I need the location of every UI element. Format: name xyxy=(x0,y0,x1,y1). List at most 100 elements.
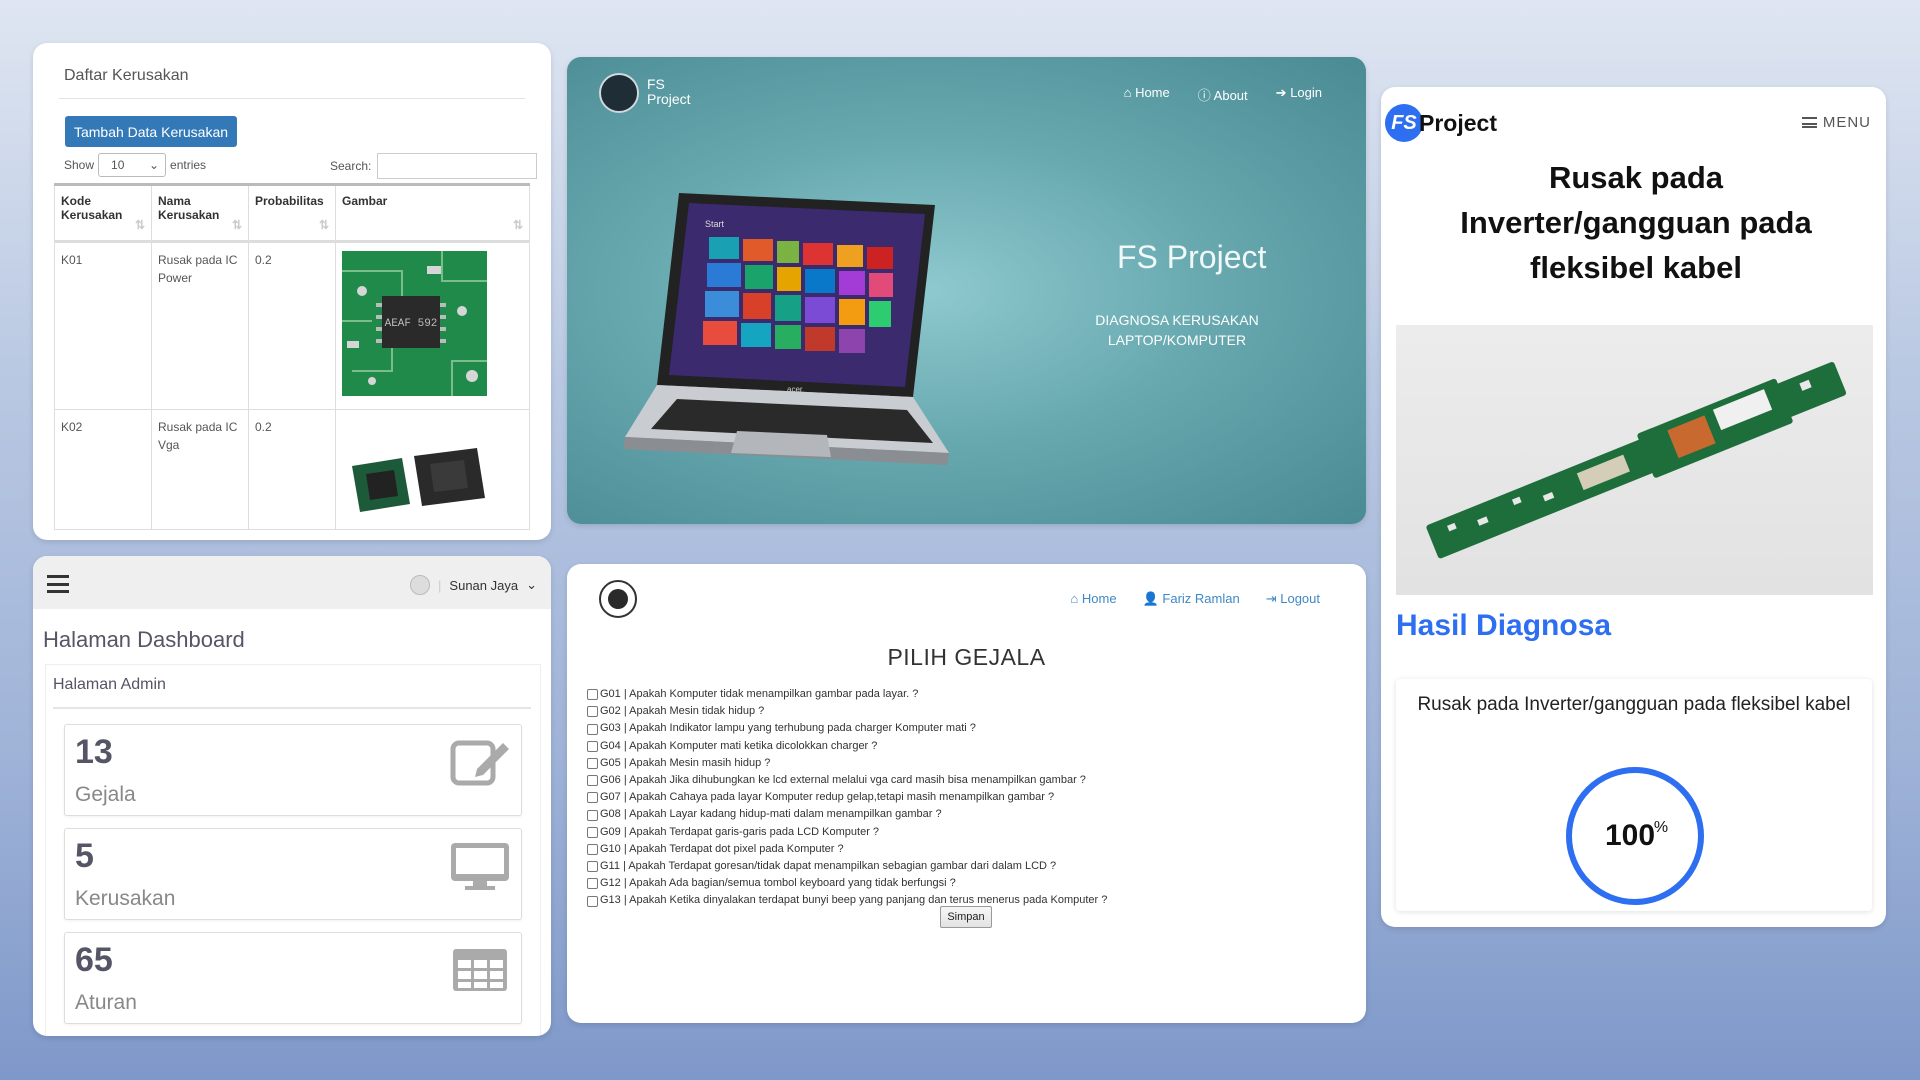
sort-icon: ⇅ xyxy=(134,218,145,232)
symptom-item[interactable]: G03 | Apakah Indikator lampu yang terhub… xyxy=(587,720,1107,737)
separator: | xyxy=(438,577,442,593)
symptom-checkbox[interactable] xyxy=(587,775,598,787)
divider xyxy=(53,707,531,709)
symptom-item[interactable]: G02 | Apakah Mesin tidak hidup ? xyxy=(587,703,1107,720)
symptom-item[interactable]: G06 | Apakah Jika dihubungkan ke lcd ext… xyxy=(587,772,1107,789)
symptom-label: G08 | Apakah Layar kadang hidup-mati dal… xyxy=(600,808,942,821)
chevron-down-icon: ⌄ xyxy=(148,158,160,172)
home-icon: ⌂ xyxy=(1070,591,1079,606)
entries-select-value: 10 xyxy=(111,158,125,172)
stat-card-gejala[interactable]: 13 Gejala xyxy=(64,724,522,816)
search-input[interactable] xyxy=(377,153,538,179)
result-box: Rusak pada Inverter/gangguan pada fleksi… xyxy=(1396,679,1872,911)
hero-subtitle: DIAGNOSA KERUSAKAN LAPTOP/KOMPUTER xyxy=(1087,310,1267,350)
column-header-nama[interactable]: Nama Kerusakan ⇅ xyxy=(151,184,249,243)
symptom-checkbox[interactable] xyxy=(587,723,598,735)
damage-table: Kode Kerusakan ⇅ Nama Kerusakan ⇅ Probabil… xyxy=(54,183,530,530)
stat-card-aturan[interactable]: 65 Aturan xyxy=(64,932,522,1024)
symptom-form: ⌂ Home 👤 Fariz Ramlan ⇥ Logout PILIH GEJ… xyxy=(567,564,1366,1023)
login-icon: ➔ xyxy=(1275,85,1287,100)
symptom-label: G12 | Apakah Ada bagian/semua tombol key… xyxy=(600,877,956,890)
percent-sign: % xyxy=(1654,819,1668,836)
symptom-label: G10 | Apakah Terdapat dot pixel pada Kom… xyxy=(600,842,844,855)
stat-value: 65 xyxy=(75,941,113,979)
symptom-list: G01 | Apakah Komputer tidak menampilkan … xyxy=(587,686,1107,910)
nav-home[interactable]: ⌂ Home xyxy=(1124,85,1170,104)
page-length-control: Show 10 ⌄ entries xyxy=(64,153,206,177)
logo-word: Project xyxy=(1419,109,1497,136)
fs-project-logo[interactable]: FS Project xyxy=(1385,104,1497,142)
percent-value: 100 xyxy=(1605,819,1655,852)
nav-about[interactable]: ⓘ About xyxy=(1198,85,1248,104)
symptom-label: G03 | Apakah Indikator lampu yang terhub… xyxy=(600,722,976,735)
add-damage-button[interactable]: Tambah Data Kerusakan xyxy=(65,116,237,147)
avatar xyxy=(410,575,431,595)
result-text: Rusak pada Inverter/gangguan pada fleksi… xyxy=(1417,694,1851,715)
save-button[interactable]: Simpan xyxy=(940,906,992,928)
column-header-kode[interactable]: Kode Kerusakan ⇅ xyxy=(54,184,152,243)
cell-prob: 0.2 xyxy=(248,241,336,410)
stat-value: 5 xyxy=(75,837,94,875)
entries-select[interactable]: 10 ⌄ xyxy=(98,153,167,177)
symptom-item[interactable]: G04 | Apakah Komputer mati ketika dicolo… xyxy=(587,738,1107,755)
symptom-label: G13 | Apakah Ketika dinyalakan terdapat … xyxy=(600,894,1108,907)
menu-button[interactable]: MENU xyxy=(1801,114,1871,131)
stat-card-kerusakan[interactable]: 5 Kerusakan xyxy=(64,828,522,920)
symptom-item[interactable]: G07 | Apakah Cahaya pada layar Komputer … xyxy=(587,789,1107,806)
column-header-probabilitas[interactable]: Probabilitas ⇅ xyxy=(248,184,336,243)
symptom-label: G11 | Apakah Terdapat goresan/tidak dapa… xyxy=(600,860,1057,873)
info-icon: ⓘ xyxy=(1197,88,1211,103)
symptom-item[interactable]: G05 | Apakah Mesin masih hidup ? xyxy=(587,755,1107,772)
symptom-label: G05 | Apakah Mesin masih hidup ? xyxy=(600,756,771,769)
symptom-label: G01 | Apakah Komputer tidak menampilkan … xyxy=(600,688,919,700)
nav-login[interactable]: ➔ Login xyxy=(1276,85,1322,104)
cell-kode: K01 xyxy=(54,241,152,410)
page-title: PILIH GEJALA xyxy=(887,644,1046,670)
screen-start-label: Start xyxy=(705,219,725,229)
symptom-item[interactable]: G10 | Apakah Terdapat dot pixel pada Kom… xyxy=(587,841,1107,858)
symptom-label: G06 | Apakah Jika dihubungkan ke lcd ext… xyxy=(600,774,1086,787)
symptom-checkbox[interactable] xyxy=(587,843,598,855)
divider xyxy=(59,98,525,99)
brand[interactable]: FS Project xyxy=(647,77,691,107)
nav-logout[interactable]: ⇥ Logout xyxy=(1266,591,1320,607)
stat-label: Kerusakan xyxy=(75,887,176,910)
nav-user[interactable]: 👤 Fariz Ramlan xyxy=(1143,591,1240,607)
symptom-checkbox[interactable] xyxy=(587,809,598,821)
chip-marking: AEAF 592 xyxy=(385,318,438,330)
stat-value: 13 xyxy=(75,733,113,771)
symptom-item[interactable]: G12 | Apakah Ada bagian/semua tombol key… xyxy=(587,875,1107,892)
diagnosis-result-panel: FS Project MENU Rusak pada Inverter/gang… xyxy=(1381,87,1886,927)
hamburger-icon xyxy=(1801,117,1817,128)
symptom-item[interactable]: G09 | Apakah Terdapat garis-garis pada L… xyxy=(587,824,1107,841)
show-label: Show xyxy=(64,158,95,172)
laptop-image: Start acer xyxy=(623,193,949,465)
symptom-checkbox[interactable] xyxy=(587,689,598,701)
symptom-checkbox[interactable] xyxy=(587,706,598,718)
symptom-item[interactable]: G11 | Apakah Terdapat goresan/tidak dapa… xyxy=(587,858,1107,875)
symptom-item[interactable]: G13 | Apakah Ketika dinyalakan terdapat … xyxy=(587,892,1107,909)
symptom-item[interactable]: G08 | Apakah Layar kadang hidup-mati dal… xyxy=(587,806,1107,823)
symptom-checkbox[interactable] xyxy=(587,826,598,838)
symptom-checkbox[interactable] xyxy=(587,861,598,873)
result-title: Rusak pada Inverter/gangguan pada fleksi… xyxy=(1460,160,1812,285)
cell-nama: Rusak pada IC Power xyxy=(151,241,249,410)
symptom-checkbox[interactable] xyxy=(587,895,598,907)
inverter-image xyxy=(1396,325,1873,595)
hero-subtitle-line1: DIAGNOSA KERUSAKAN xyxy=(1095,312,1259,328)
hamburger-icon[interactable] xyxy=(47,575,69,593)
laptop-brand-label: acer xyxy=(787,385,803,394)
entries-label: entries xyxy=(170,158,207,172)
user-icon: 👤 xyxy=(1142,591,1159,606)
column-header-gambar[interactable]: Gambar ⇅ xyxy=(335,184,530,243)
top-bar: | Sunan Jaya ⌄ xyxy=(33,556,551,609)
nav-home[interactable]: ⌂ Home xyxy=(1070,591,1116,607)
admin-dashboard: | Sunan Jaya ⌄ Halaman Dashboard Halaman… xyxy=(33,556,551,1036)
symptom-checkbox[interactable] xyxy=(587,757,598,769)
panel-title: Daftar Kerusakan xyxy=(64,67,189,84)
symptom-item[interactable]: G01 | Apakah Komputer tidak menampilkan … xyxy=(587,686,1107,703)
symptom-checkbox[interactable] xyxy=(587,740,598,752)
symptom-checkbox[interactable] xyxy=(587,878,598,890)
user-menu[interactable]: | Sunan Jaya ⌄ xyxy=(410,575,537,595)
symptom-checkbox[interactable] xyxy=(587,792,598,804)
